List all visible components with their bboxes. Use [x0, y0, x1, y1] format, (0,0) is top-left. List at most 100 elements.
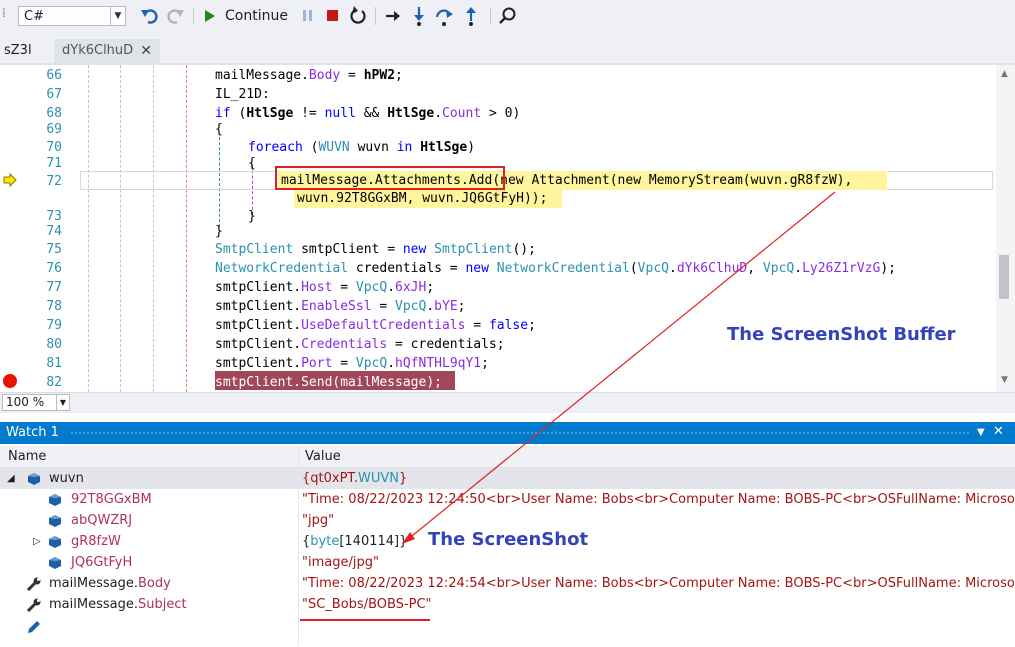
tab-label: sZ3l	[4, 43, 32, 58]
watch-row-wuvn[interactable]: ◢ wuvn {qt0xPT.WUVN}	[0, 468, 1015, 489]
cube-icon	[28, 473, 40, 485]
cube-icon	[49, 536, 61, 548]
line-number: 73	[46, 209, 62, 224]
line-number: 70	[46, 140, 62, 155]
cube-icon	[49, 515, 61, 527]
watch-name: abQWZRJ	[71, 513, 133, 528]
tab-sz3l[interactable]: sZ3l	[4, 39, 32, 64]
line-number: 66	[46, 68, 62, 83]
code-line-81: smtpClient.Port = VpcQ.hQfNTHL9qY1;	[215, 356, 489, 371]
line-number: 81	[46, 356, 62, 371]
line-number: 69	[46, 122, 62, 137]
scrollbar-thumb[interactable]	[999, 255, 1009, 299]
play-icon	[205, 10, 215, 22]
watch-row-jq6gtfyh[interactable]: JQ6GtFyH "image/jpg"	[0, 552, 1015, 573]
language-select[interactable]: C# ▼	[18, 6, 126, 26]
code-line-73: }	[248, 209, 256, 224]
code-line-82: smtpClient.Send(mailMessage);	[215, 375, 442, 390]
close-icon[interactable]: ✕	[993, 424, 1004, 439]
annotation-buffer-label: The ScreenShot Buffer	[727, 324, 956, 345]
line-number: 82	[46, 375, 62, 390]
show-next-statement-icon[interactable]	[384, 6, 402, 28]
watch-value: {byte[140114]}	[302, 534, 408, 549]
line-number: 80	[46, 337, 62, 352]
name-column-header[interactable]: Name	[8, 449, 46, 464]
code-line-78: smtpClient.EnableSsl = VpcQ.bYE;	[215, 299, 466, 314]
breakpoint-icon[interactable]	[3, 374, 17, 388]
watch-value: "Time: 08/22/2023 12:24:54<br>User Name:…	[302, 576, 1015, 591]
watch-name: JQ6GtFyH	[71, 555, 133, 570]
code-line-72-wrap: wuvn.92T8GGxBM, wuvn.JQ6GtFyH));	[297, 191, 548, 206]
line-number: 75	[46, 242, 62, 257]
line-number: 74	[46, 224, 62, 239]
watch-name: mailMessage.Subject	[49, 597, 187, 612]
watch-row-92t8ggxbm[interactable]: 92T8GGxBM "Time: 08/22/2023 12:24:50<br>…	[0, 489, 1015, 510]
zoom-select[interactable]: 100 % ▼	[2, 394, 70, 411]
watch-row-abqwzrj[interactable]: abQWZRJ "jpg"	[0, 510, 1015, 531]
code-line-71: {	[248, 156, 256, 171]
zoom-value: 100 %	[6, 395, 45, 409]
undo-icon[interactable]	[140, 6, 160, 28]
watch-window-title: Watch 1	[6, 425, 59, 440]
watch-value: "Time: 08/22/2023 12:24:50<br>User Name:…	[302, 492, 1015, 507]
watch-value: "SC_Bobs/BOBS-PC"	[302, 597, 432, 612]
scroll-up-icon[interactable]: ▲	[1001, 69, 1008, 79]
dropdown-icon[interactable]: ▼	[977, 427, 985, 438]
code-line-67: IL_21D:	[215, 87, 270, 102]
cube-icon	[49, 557, 61, 569]
step-out-icon[interactable]	[462, 5, 480, 27]
debug-toolbar: ⁞ C# ▼ Continue	[0, 0, 1015, 34]
collapse-icon[interactable]: ◢	[7, 473, 15, 484]
watch-value: "jpg"	[302, 513, 335, 528]
tab-label: dYk6ClhuD	[62, 43, 134, 58]
code-line-74: }	[215, 224, 223, 239]
code-line-68: if (HtlSge != null && HtlSge.Count > 0)	[215, 106, 521, 121]
line-number-current: 72	[46, 174, 62, 189]
execution-arrow-icon	[3, 173, 17, 187]
watch-window-title-bar: Watch 1 ▼ ✕	[0, 422, 1015, 444]
watch-row-mailmessage-subject[interactable]: mailMessage.Subject "SC_Bobs/BOBS-PC"	[0, 594, 1015, 615]
watch-row-add-new[interactable]	[0, 615, 1015, 636]
watch-row-mailmessage-body[interactable]: mailMessage.Body "Time: 08/22/2023 12:24…	[0, 573, 1015, 594]
pencil-icon	[28, 621, 40, 633]
step-over-icon[interactable]	[434, 5, 454, 27]
annotation-red-box	[275, 166, 505, 190]
annotation-screenshot-label: The ScreenShot	[428, 529, 589, 550]
watch-value: "image/jpg"	[302, 555, 379, 570]
line-number: 67	[46, 87, 62, 102]
stop-icon[interactable]	[325, 6, 341, 28]
code-line-76: NetworkCredential credentials = new Netw…	[215, 261, 896, 276]
pause-icon[interactable]	[300, 6, 316, 28]
watch-column-header: Name Value	[0, 446, 1015, 468]
redo-icon[interactable]	[165, 6, 185, 28]
watch-value: {qt0xPT.WUVN}	[302, 471, 408, 486]
cube-icon	[49, 494, 61, 506]
value-column-header[interactable]: Value	[305, 449, 341, 464]
step-into-icon[interactable]	[410, 5, 428, 27]
code-line-66: mailMessage.Body = hPW2;	[215, 68, 403, 83]
restart-icon[interactable]	[348, 5, 368, 27]
editor-scrollbar[interactable]: ▲ ▼	[996, 65, 1015, 392]
expand-icon[interactable]: ▷	[33, 536, 41, 547]
watch-name: 92T8GGxBM	[71, 492, 152, 507]
document-tabs: sZ3l dYk6ClhuD ✕	[0, 34, 1015, 64]
close-icon[interactable]: ✕	[140, 39, 152, 63]
watch-name: gR8fzW	[71, 534, 121, 549]
code-line-69: {	[215, 122, 223, 137]
watch-name: mailMessage.Body	[49, 576, 171, 591]
wrench-icon	[26, 577, 41, 591]
line-number: 76	[46, 261, 62, 276]
editor-status-bar: 100 % ▼	[0, 392, 1015, 413]
code-line-70: foreach (WUVN wuvn in HtlSge)	[248, 140, 476, 155]
code-line-80: smtpClient.Credentials = credentials;	[215, 337, 505, 352]
chevron-down-icon[interactable]: ▼	[56, 395, 69, 410]
line-number: 68	[46, 106, 62, 121]
watch-name: wuvn	[49, 471, 84, 486]
tab-dyk6clhud[interactable]: dYk6ClhuD ✕	[54, 39, 160, 64]
toolbar-grip-icon: ⁞	[2, 6, 6, 20]
chevron-down-icon[interactable]: ▼	[110, 7, 125, 25]
scroll-down-icon[interactable]: ▼	[1001, 375, 1008, 385]
line-number: 71	[46, 156, 62, 171]
search-icon[interactable]	[498, 5, 518, 27]
code-line-75: SmtpClient smtpClient = new SmtpClient()…	[215, 242, 536, 257]
